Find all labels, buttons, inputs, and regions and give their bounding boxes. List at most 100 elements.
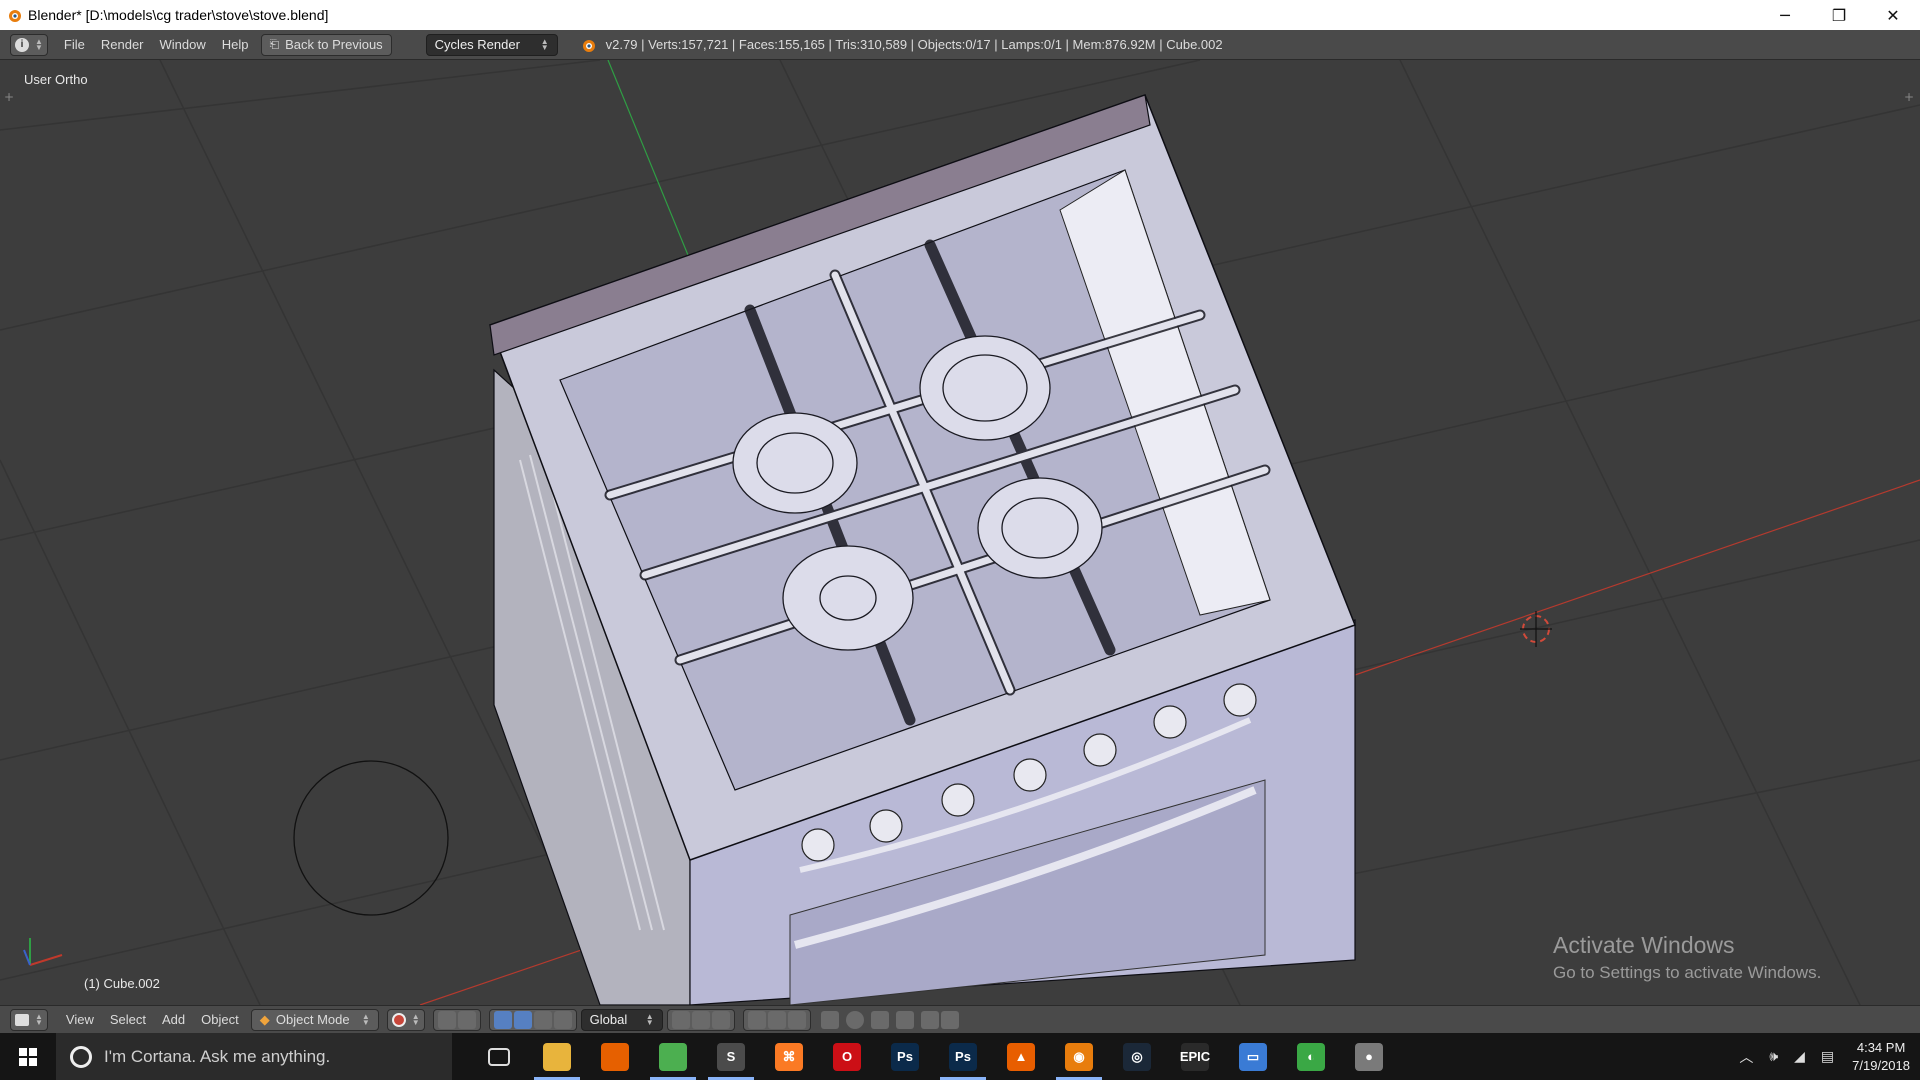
photoshop-icon: Ps bbox=[891, 1042, 919, 1071]
menu-object[interactable]: Object bbox=[193, 1009, 247, 1031]
view-name-label: User Ortho bbox=[24, 72, 88, 87]
clock-date: 7/19/2018 bbox=[1852, 1057, 1910, 1073]
menu-select[interactable]: Select bbox=[102, 1009, 154, 1031]
taskbar-clock[interactable]: 4:34 PM 7/19/2018 bbox=[1852, 1039, 1910, 1075]
start-button[interactable] bbox=[0, 1033, 56, 1080]
taskbar-app-6[interactable]: O bbox=[818, 1033, 876, 1080]
manipulator-group[interactable] bbox=[488, 1008, 577, 1031]
layer-icon bbox=[787, 1010, 806, 1029]
steam-icon: ◎ bbox=[1123, 1042, 1151, 1071]
layer-icon bbox=[767, 1010, 786, 1029]
render-image-icon[interactable] bbox=[920, 1010, 939, 1029]
close-button[interactable]: ✕ bbox=[1866, 0, 1920, 30]
restore-button[interactable]: ❐ bbox=[1812, 0, 1866, 30]
clock-time: 4:34 PM bbox=[1856, 1039, 1906, 1055]
pivot-icon bbox=[437, 1010, 456, 1029]
volume-icon[interactable]: 🕪 bbox=[1769, 1048, 1778, 1065]
system-tray: ︿ 🕪 ◢ ▤ 4:34 PM 7/19/2018 bbox=[1731, 1033, 1920, 1080]
manipulator-toggle-icon bbox=[493, 1010, 512, 1029]
taskbar-app-12[interactable]: EPIC bbox=[1166, 1033, 1224, 1080]
chevron-updown-icon: ▲ ▼ bbox=[411, 1011, 420, 1027]
cube-view-icon bbox=[15, 1013, 29, 1026]
taskbar-app-4[interactable]: S bbox=[702, 1033, 760, 1080]
taskbar-app-3[interactable] bbox=[644, 1033, 702, 1080]
transform-orientation-select[interactable]: Global ▲ ▼ bbox=[580, 1008, 663, 1031]
mode-select[interactable]: ◆ Object Mode ▲ ▼ bbox=[250, 1008, 379, 1031]
action-center-icon[interactable]: ▤ bbox=[1821, 1048, 1834, 1065]
sublime-icon: S bbox=[717, 1042, 745, 1071]
taskbar-app-13[interactable]: ▭ bbox=[1224, 1033, 1282, 1080]
opera-icon: O bbox=[833, 1042, 861, 1071]
taskbar-app-5[interactable]: ⌘ bbox=[760, 1033, 818, 1080]
taskbar-app-1[interactable] bbox=[528, 1033, 586, 1080]
render-animation-icon[interactable] bbox=[940, 1010, 959, 1029]
viewport-corner-plus-left[interactable]: + bbox=[4, 90, 14, 104]
mode-value: Object Mode bbox=[275, 1012, 350, 1027]
viewport-canvas bbox=[0, 60, 1920, 1005]
menu-help[interactable]: Help bbox=[214, 34, 257, 56]
vlc-icon: ▲ bbox=[1007, 1042, 1035, 1071]
scene-stats: v2.79 | Verts:157,721 | Faces:155,165 | … bbox=[605, 37, 1223, 52]
taskbar-app-15[interactable]: ● bbox=[1340, 1033, 1398, 1080]
menu-render[interactable]: Render bbox=[93, 34, 152, 56]
axis-gizmo-icon bbox=[23, 938, 63, 966]
menu-view[interactable]: View bbox=[58, 1009, 102, 1031]
back-to-previous-button[interactable]: ⎗ Back to Previous bbox=[260, 33, 392, 56]
photoshop-2-icon: Ps bbox=[949, 1042, 977, 1071]
info-icon: i bbox=[15, 37, 29, 52]
layer-icon bbox=[671, 1010, 690, 1029]
3d-view-header: ▲ ▼ View Select Add Object ◆ Object Mode … bbox=[0, 1005, 1920, 1033]
file-explorer-icon bbox=[543, 1042, 571, 1071]
translate-icon bbox=[513, 1010, 532, 1029]
installer-icon: ● bbox=[1355, 1042, 1383, 1071]
menu-add[interactable]: Add bbox=[154, 1009, 193, 1031]
cortana-search-box[interactable]: I'm Cortana. Ask me anything. bbox=[56, 1033, 452, 1080]
3d-viewport[interactable]: + + bbox=[0, 60, 1920, 1005]
render-engine-value: Cycles Render bbox=[434, 37, 520, 52]
minimize-button[interactable]: ─ bbox=[1758, 0, 1812, 30]
xampp-icon: ⌘ bbox=[775, 1042, 803, 1071]
menu-window[interactable]: Window bbox=[152, 34, 214, 56]
blender-icon: ◉ bbox=[1065, 1042, 1093, 1071]
epic-games-icon: EPIC bbox=[1180, 1042, 1210, 1071]
photos-icon: ▭ bbox=[1239, 1042, 1267, 1071]
viewport-corner-plus-right[interactable]: + bbox=[1904, 90, 1914, 104]
chevron-updown-icon: ▲ ▼ bbox=[645, 1011, 654, 1027]
network-icon[interactable]: ◢ bbox=[1794, 1048, 1805, 1065]
layers-group-b[interactable] bbox=[742, 1008, 811, 1031]
editor-type-button-3d[interactable]: ▲ ▼ bbox=[10, 1008, 48, 1031]
taskbar-app-14[interactable]: ◐ bbox=[1282, 1033, 1340, 1080]
windows-logo-icon bbox=[19, 1047, 37, 1066]
rotate-icon bbox=[533, 1010, 552, 1029]
lamp-outline bbox=[293, 760, 449, 916]
editor-type-button[interactable]: i ▲ ▼ bbox=[10, 33, 48, 56]
taskbar-app-11[interactable]: ◎ bbox=[1108, 1033, 1166, 1080]
taskbar-app-10[interactable]: ◉ bbox=[1050, 1033, 1108, 1080]
menu-file[interactable]: File bbox=[56, 34, 93, 56]
snap-icon[interactable] bbox=[870, 1010, 889, 1029]
taskbar-app-0[interactable] bbox=[470, 1033, 528, 1080]
taskbar-app-8[interactable]: Ps bbox=[934, 1033, 992, 1080]
layer-icon bbox=[747, 1010, 766, 1029]
x-axis-line bbox=[1354, 479, 1920, 676]
blender-logo-icon bbox=[582, 39, 595, 52]
lock-camera-icon[interactable] bbox=[820, 1010, 839, 1029]
taskbar-app-9[interactable]: ▲ bbox=[992, 1033, 1050, 1080]
layers-group-a[interactable] bbox=[666, 1008, 735, 1031]
tray-chevron-up-icon[interactable]: ︿ bbox=[1739, 1047, 1753, 1067]
taskbar-app-7[interactable]: Ps bbox=[876, 1033, 934, 1080]
viewport-shading-select[interactable]: ▲ ▼ bbox=[386, 1008, 425, 1031]
render-engine-select[interactable]: Cycles Render ▲ ▼ bbox=[425, 33, 558, 56]
window-titlebar: Blender* [D:\models\cg trader\stove\stov… bbox=[0, 0, 1920, 30]
task-view-icon bbox=[488, 1047, 510, 1066]
snap-element-icon[interactable] bbox=[895, 1010, 914, 1029]
windows-taskbar: I'm Cortana. Ask me anything. S ⌘ O Ps Ps ▲ ◉ ◎… bbox=[0, 1033, 1920, 1080]
y-axis-line bbox=[607, 60, 691, 261]
firefox-icon bbox=[601, 1042, 629, 1071]
back-to-previous-label: Back to Previous bbox=[285, 37, 383, 52]
active-object-label: (1) Cube.002 bbox=[84, 976, 160, 991]
taskbar-app-2[interactable] bbox=[586, 1033, 644, 1080]
layer-icon bbox=[711, 1010, 730, 1029]
proportional-edit-icon[interactable] bbox=[845, 1010, 864, 1029]
pivot-select[interactable] bbox=[432, 1008, 481, 1031]
